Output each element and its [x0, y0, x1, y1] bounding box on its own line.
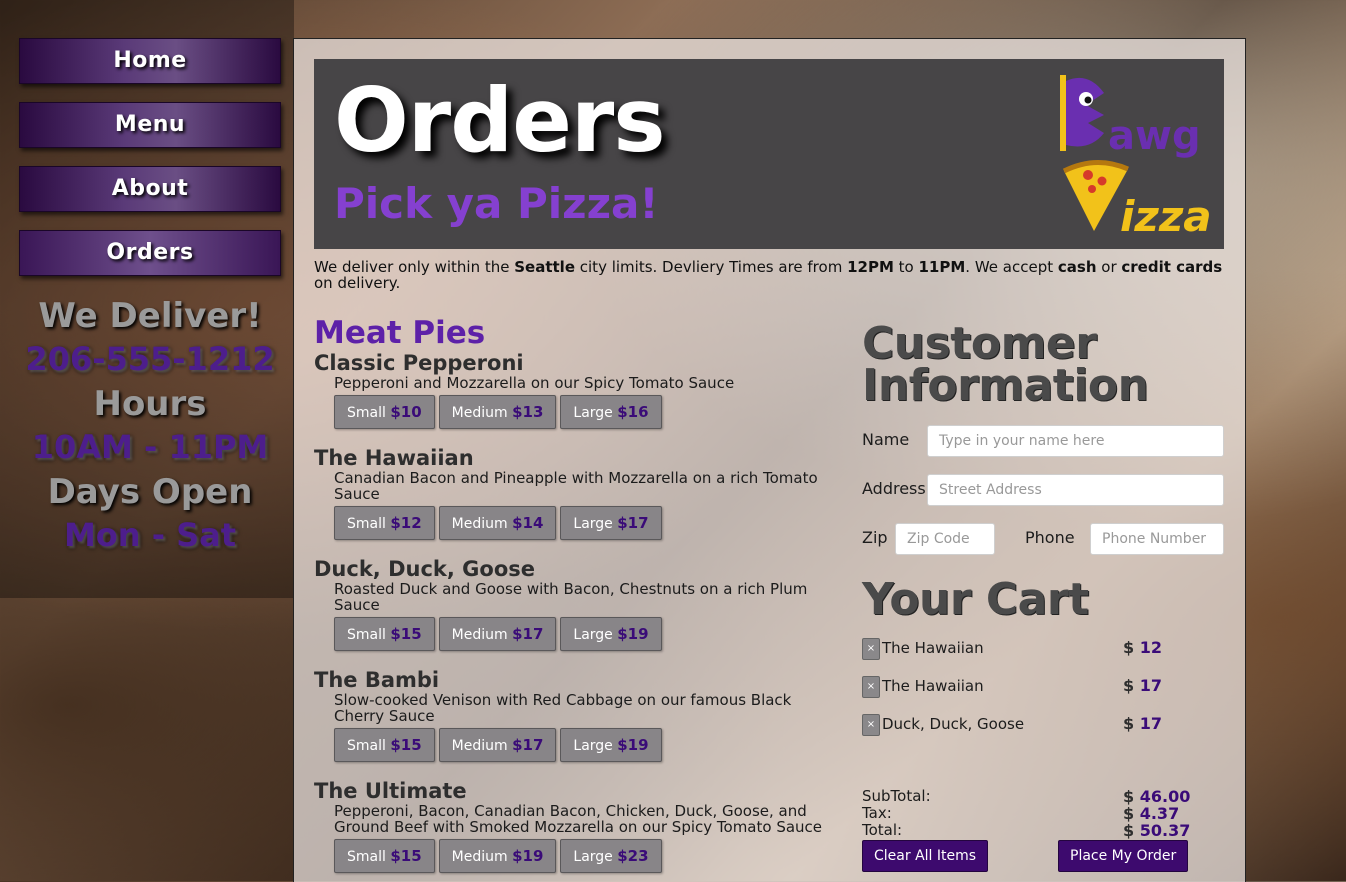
- size-small-button[interactable]: Small $15: [334, 728, 435, 762]
- cart-item-price: $ 17: [1123, 714, 1162, 733]
- size-medium-button[interactable]: Medium $17: [438, 728, 557, 762]
- size-options: Small $12 Medium $14 Large $17: [334, 506, 834, 540]
- subtotal-label: SubTotal:: [862, 787, 931, 805]
- address-label: Address: [862, 479, 926, 498]
- remove-item-button[interactable]: ×: [862, 714, 880, 736]
- pie-item: The Hawaiian Canadian Bacon and Pineappl…: [314, 446, 834, 540]
- logo-text-top: awg: [1108, 113, 1201, 159]
- page-title: Orders: [334, 69, 666, 172]
- nav-about[interactable]: About: [19, 166, 281, 212]
- pie-item: The Bambi Slow-cooked Venison with Red C…: [314, 668, 834, 762]
- customer-panel: Customer Information Name Type in your na…: [862, 318, 1224, 872]
- pie-description: Pepperoni and Mozzarella on our Spicy To…: [334, 374, 735, 392]
- cart-item-price: $ 17: [1123, 676, 1162, 695]
- dawg-pizza-logo: awg izza: [1060, 75, 1212, 239]
- page-subtitle: Pick ya Pizza!: [334, 179, 659, 228]
- phone-label: Phone: [1025, 528, 1075, 547]
- remove-item-button[interactable]: ×: [862, 638, 880, 660]
- promo-days: Mon - Sat: [63, 516, 237, 554]
- pie-description: Canadian Bacon and Pineapple with Mozzar…: [334, 469, 818, 503]
- pie-name: The Bambi: [314, 668, 440, 692]
- size-small-button[interactable]: Small $15: [334, 839, 435, 873]
- address-input[interactable]: Street Address: [927, 474, 1224, 506]
- name-input[interactable]: Type in your name here: [927, 425, 1224, 457]
- pie-description: Slow-cooked Venison with Red Cabbage on …: [334, 691, 792, 725]
- size-large-button[interactable]: Large $16: [560, 395, 662, 429]
- pie-name: The Ultimate: [314, 779, 467, 803]
- cart-item-name: Duck, Duck, Goose: [882, 715, 1025, 733]
- menu-list: Meat Pies Classic Pepperoni Pepperoni an…: [314, 315, 834, 873]
- zip-input[interactable]: Zip Code: [895, 523, 995, 555]
- tax-value: $ 4.37: [1123, 804, 1180, 823]
- size-options: Small $15 Medium $19 Large $23: [334, 839, 834, 873]
- total-label: Total:: [862, 821, 903, 839]
- clear-all-button[interactable]: Clear All Items: [862, 840, 989, 872]
- total-value: $ 50.37: [1123, 821, 1191, 840]
- logo-text-bottom: izza: [1120, 192, 1212, 239]
- size-large-button[interactable]: Large $23: [560, 839, 662, 873]
- cart-item-name: The Hawaiian: [882, 639, 984, 657]
- zip-label: Zip: [862, 528, 888, 547]
- pie-name: Duck, Duck, Goose: [314, 557, 536, 581]
- cart-item-price: $ 12: [1123, 638, 1162, 657]
- promo-days-label: Days Open: [47, 472, 253, 512]
- tax-label: Tax:: [862, 804, 892, 822]
- main-panel: Orders Pick ya Pizza! awg izza We delive…: [293, 38, 1246, 882]
- phone-input[interactable]: Phone Number: [1090, 523, 1224, 555]
- nav-home[interactable]: Home: [19, 38, 281, 84]
- cart-title: Your Cart: [862, 574, 1089, 625]
- nav-menu[interactable]: Menu: [19, 102, 281, 148]
- pie-item: Classic Pepperoni Pepperoni and Mozzarel…: [314, 351, 834, 429]
- size-medium-button[interactable]: Medium $13: [438, 395, 557, 429]
- pie-name: The Hawaiian: [314, 446, 474, 470]
- pie-item: Duck, Duck, Goose Roasted Duck and Goose…: [314, 557, 834, 651]
- pie-description: Roasted Duck and Goose with Bacon, Chest…: [334, 580, 808, 614]
- promo-hours-label: Hours: [93, 384, 207, 424]
- pie-name: Classic Pepperoni: [314, 351, 524, 375]
- promo-phone: 206-555-1212: [25, 340, 275, 378]
- place-order-button[interactable]: Place My Order: [1058, 840, 1189, 872]
- size-options: Small $15 Medium $17 Large $19: [334, 617, 834, 651]
- size-medium-button[interactable]: Medium $19: [438, 839, 557, 873]
- promo-hours: 10AM - 11PM: [31, 428, 269, 466]
- size-large-button[interactable]: Large $19: [560, 617, 662, 651]
- promo-we-deliver: We Deliver!: [38, 296, 262, 336]
- size-medium-button[interactable]: Medium $17: [438, 617, 557, 651]
- size-small-button[interactable]: Small $15: [334, 617, 435, 651]
- size-medium-button[interactable]: Medium $14: [438, 506, 557, 540]
- customer-info-title: Customer Information: [862, 318, 1149, 411]
- size-large-button[interactable]: Large $17: [560, 506, 662, 540]
- pie-description: Pepperoni, Bacon, Canadian Bacon, Chicke…: [334, 802, 823, 836]
- nav-orders[interactable]: Orders: [19, 230, 281, 276]
- name-label: Name: [862, 430, 910, 449]
- pie-item: The Ultimate Pepperoni, Bacon, Canadian …: [314, 779, 834, 873]
- size-small-button[interactable]: Small $10: [334, 395, 435, 429]
- section-title: Meat Pies: [314, 315, 486, 351]
- subtotal-value: $ 46.00: [1123, 787, 1191, 806]
- size-options: Small $15 Medium $17 Large $19: [334, 728, 834, 762]
- size-small-button[interactable]: Small $12: [334, 506, 435, 540]
- delivery-info: We deliver only within the Seattle city …: [314, 258, 1223, 292]
- cart-item-name: The Hawaiian: [882, 677, 984, 695]
- size-options: Small $10 Medium $13 Large $16: [334, 395, 834, 429]
- page-banner: Orders Pick ya Pizza! awg izza: [314, 59, 1224, 249]
- size-large-button[interactable]: Large $19: [560, 728, 662, 762]
- remove-item-button[interactable]: ×: [862, 676, 880, 698]
